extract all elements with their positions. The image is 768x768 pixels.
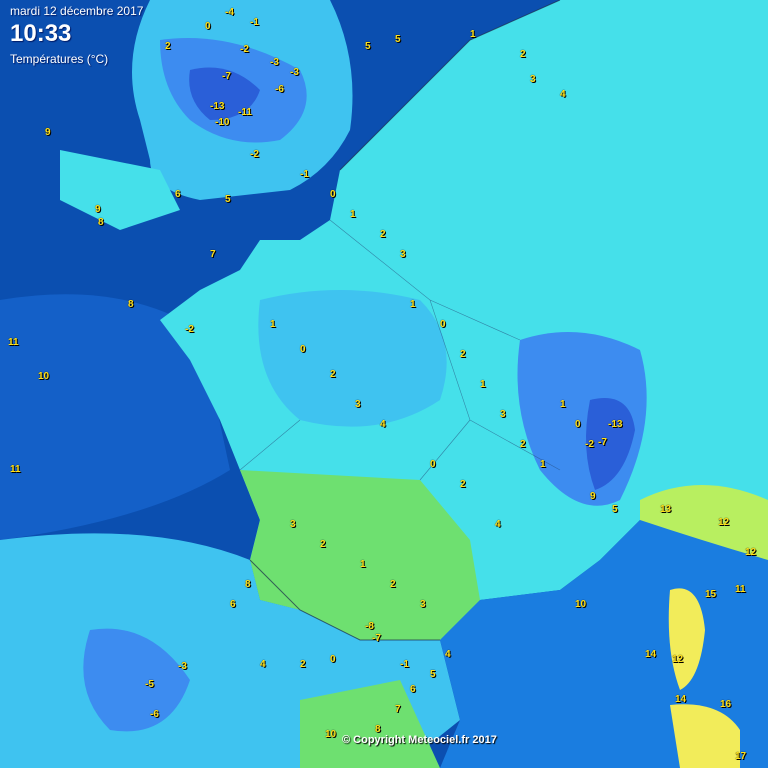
station-temperature: -5 xyxy=(145,679,154,690)
station-temperature: -7 xyxy=(222,71,231,82)
station-temperature: 3 xyxy=(355,399,361,410)
station-temperature: 7 xyxy=(210,249,216,260)
station-temperature: 3 xyxy=(290,519,296,530)
station-temperature: 11 xyxy=(10,464,21,475)
station-temperature: 4 xyxy=(560,89,566,100)
station-temperature: 3 xyxy=(500,409,506,420)
station-temperature: 1 xyxy=(480,379,486,390)
temperature-map: mardi 12 décembre 2017 10:33 Température… xyxy=(0,0,768,768)
station-temperature: -2 xyxy=(585,439,594,450)
station-temperature: -8 xyxy=(365,621,374,632)
station-temperature: 0 xyxy=(205,21,211,32)
station-temperature: -6 xyxy=(150,709,159,720)
station-temperature: 2 xyxy=(320,539,326,550)
station-temperature: -13 xyxy=(210,101,225,112)
station-temperature: 2 xyxy=(390,579,396,590)
station-temperature: 12 xyxy=(672,654,684,665)
station-temperature: 1 xyxy=(360,559,366,570)
station-temperature: 11 xyxy=(8,337,19,348)
station-temperature: 2 xyxy=(520,439,526,450)
station-temperature: 0 xyxy=(330,189,336,200)
station-temperature: 5 xyxy=(395,34,401,45)
station-temperature: 8 xyxy=(245,579,251,590)
station-temperature: 15 xyxy=(705,589,717,600)
station-temperature: 6 xyxy=(175,189,181,200)
station-temperature: 4 xyxy=(445,649,451,660)
station-temperature: 7 xyxy=(395,704,401,715)
station-temperature: 12 xyxy=(745,547,757,558)
station-temperature: 0 xyxy=(300,344,306,355)
station-temperature: 2 xyxy=(300,659,306,670)
station-temperature: 9 xyxy=(590,491,596,502)
copyright-text: © Copyright Meteociel.fr 2017 xyxy=(342,734,497,746)
station-temperature: 3 xyxy=(400,249,406,260)
station-temperature: 1 xyxy=(410,299,416,310)
station-temperature: 6 xyxy=(410,684,416,695)
mild-zone-center xyxy=(258,290,447,427)
station-temperature: 5 xyxy=(225,194,231,205)
station-temperature: 0 xyxy=(430,459,436,470)
station-temperature: 2 xyxy=(330,369,336,380)
station-temperature: 0 xyxy=(575,419,581,430)
header-variable: Températures (°C) xyxy=(10,52,109,66)
station-temperature: 16 xyxy=(720,699,732,710)
station-temperature: 1 xyxy=(560,399,566,410)
station-temperature: -1 xyxy=(400,659,409,670)
station-temperature: -2 xyxy=(185,324,194,335)
station-temperature: 1 xyxy=(470,29,476,40)
station-temperature: 8 xyxy=(98,217,104,228)
station-temperature: 9 xyxy=(95,204,101,215)
station-temperature: 17 xyxy=(735,751,747,762)
station-temperature: 1 xyxy=(540,459,546,470)
station-temperature: 1 xyxy=(350,209,356,220)
station-temperature: 10 xyxy=(38,371,50,382)
station-temperature: 2 xyxy=(380,229,386,240)
station-temperature: 3 xyxy=(530,74,536,85)
station-temperature: 11 xyxy=(735,584,746,595)
station-temperature: -3 xyxy=(178,661,187,672)
station-temperature: -10 xyxy=(215,117,230,128)
station-temperature: 10 xyxy=(325,729,337,740)
station-temperature: 5 xyxy=(365,41,371,52)
station-temperature: -11 xyxy=(238,107,252,118)
station-temperature: 2 xyxy=(520,49,526,60)
station-temperature: 9 xyxy=(45,127,51,138)
station-temperature: 8 xyxy=(128,299,134,310)
station-temperature: 3 xyxy=(420,599,426,610)
station-temperature: -6 xyxy=(275,84,284,95)
station-temperature: -13 xyxy=(608,419,623,430)
station-temperature: -7 xyxy=(598,437,607,448)
station-temperature: 2 xyxy=(460,349,466,360)
station-temperature: 1 xyxy=(270,319,276,330)
station-temperature: -2 xyxy=(250,149,259,160)
station-temperature: 5 xyxy=(612,504,618,515)
station-temperature: 14 xyxy=(675,694,687,705)
station-temperature: 4 xyxy=(260,659,266,670)
station-temperature: -4 xyxy=(225,7,234,18)
station-temperature: 0 xyxy=(330,654,336,665)
station-temperature: 6 xyxy=(230,599,236,610)
station-temperature: 0 xyxy=(440,319,446,330)
station-temperature: 4 xyxy=(380,419,386,430)
station-temperature: 2 xyxy=(460,479,466,490)
header-time: 10:33 xyxy=(10,20,72,47)
header-date: mardi 12 décembre 2017 xyxy=(10,4,144,18)
station-temperature: 10 xyxy=(575,599,587,610)
station-temperature: -3 xyxy=(270,57,279,68)
station-temperature: -1 xyxy=(300,169,309,180)
station-temperature: 4 xyxy=(495,519,501,530)
station-temperature: -1 xyxy=(250,17,259,28)
station-temperature: 12 xyxy=(718,517,730,528)
station-temperature: -3 xyxy=(290,67,299,78)
station-temperature: -7 xyxy=(372,633,381,644)
station-temperature: 5 xyxy=(430,669,436,680)
station-temperature: 13 xyxy=(660,504,672,515)
station-temperature: 14 xyxy=(645,649,657,660)
station-temperature: 2 xyxy=(165,41,171,52)
station-temperature: -2 xyxy=(240,44,249,55)
